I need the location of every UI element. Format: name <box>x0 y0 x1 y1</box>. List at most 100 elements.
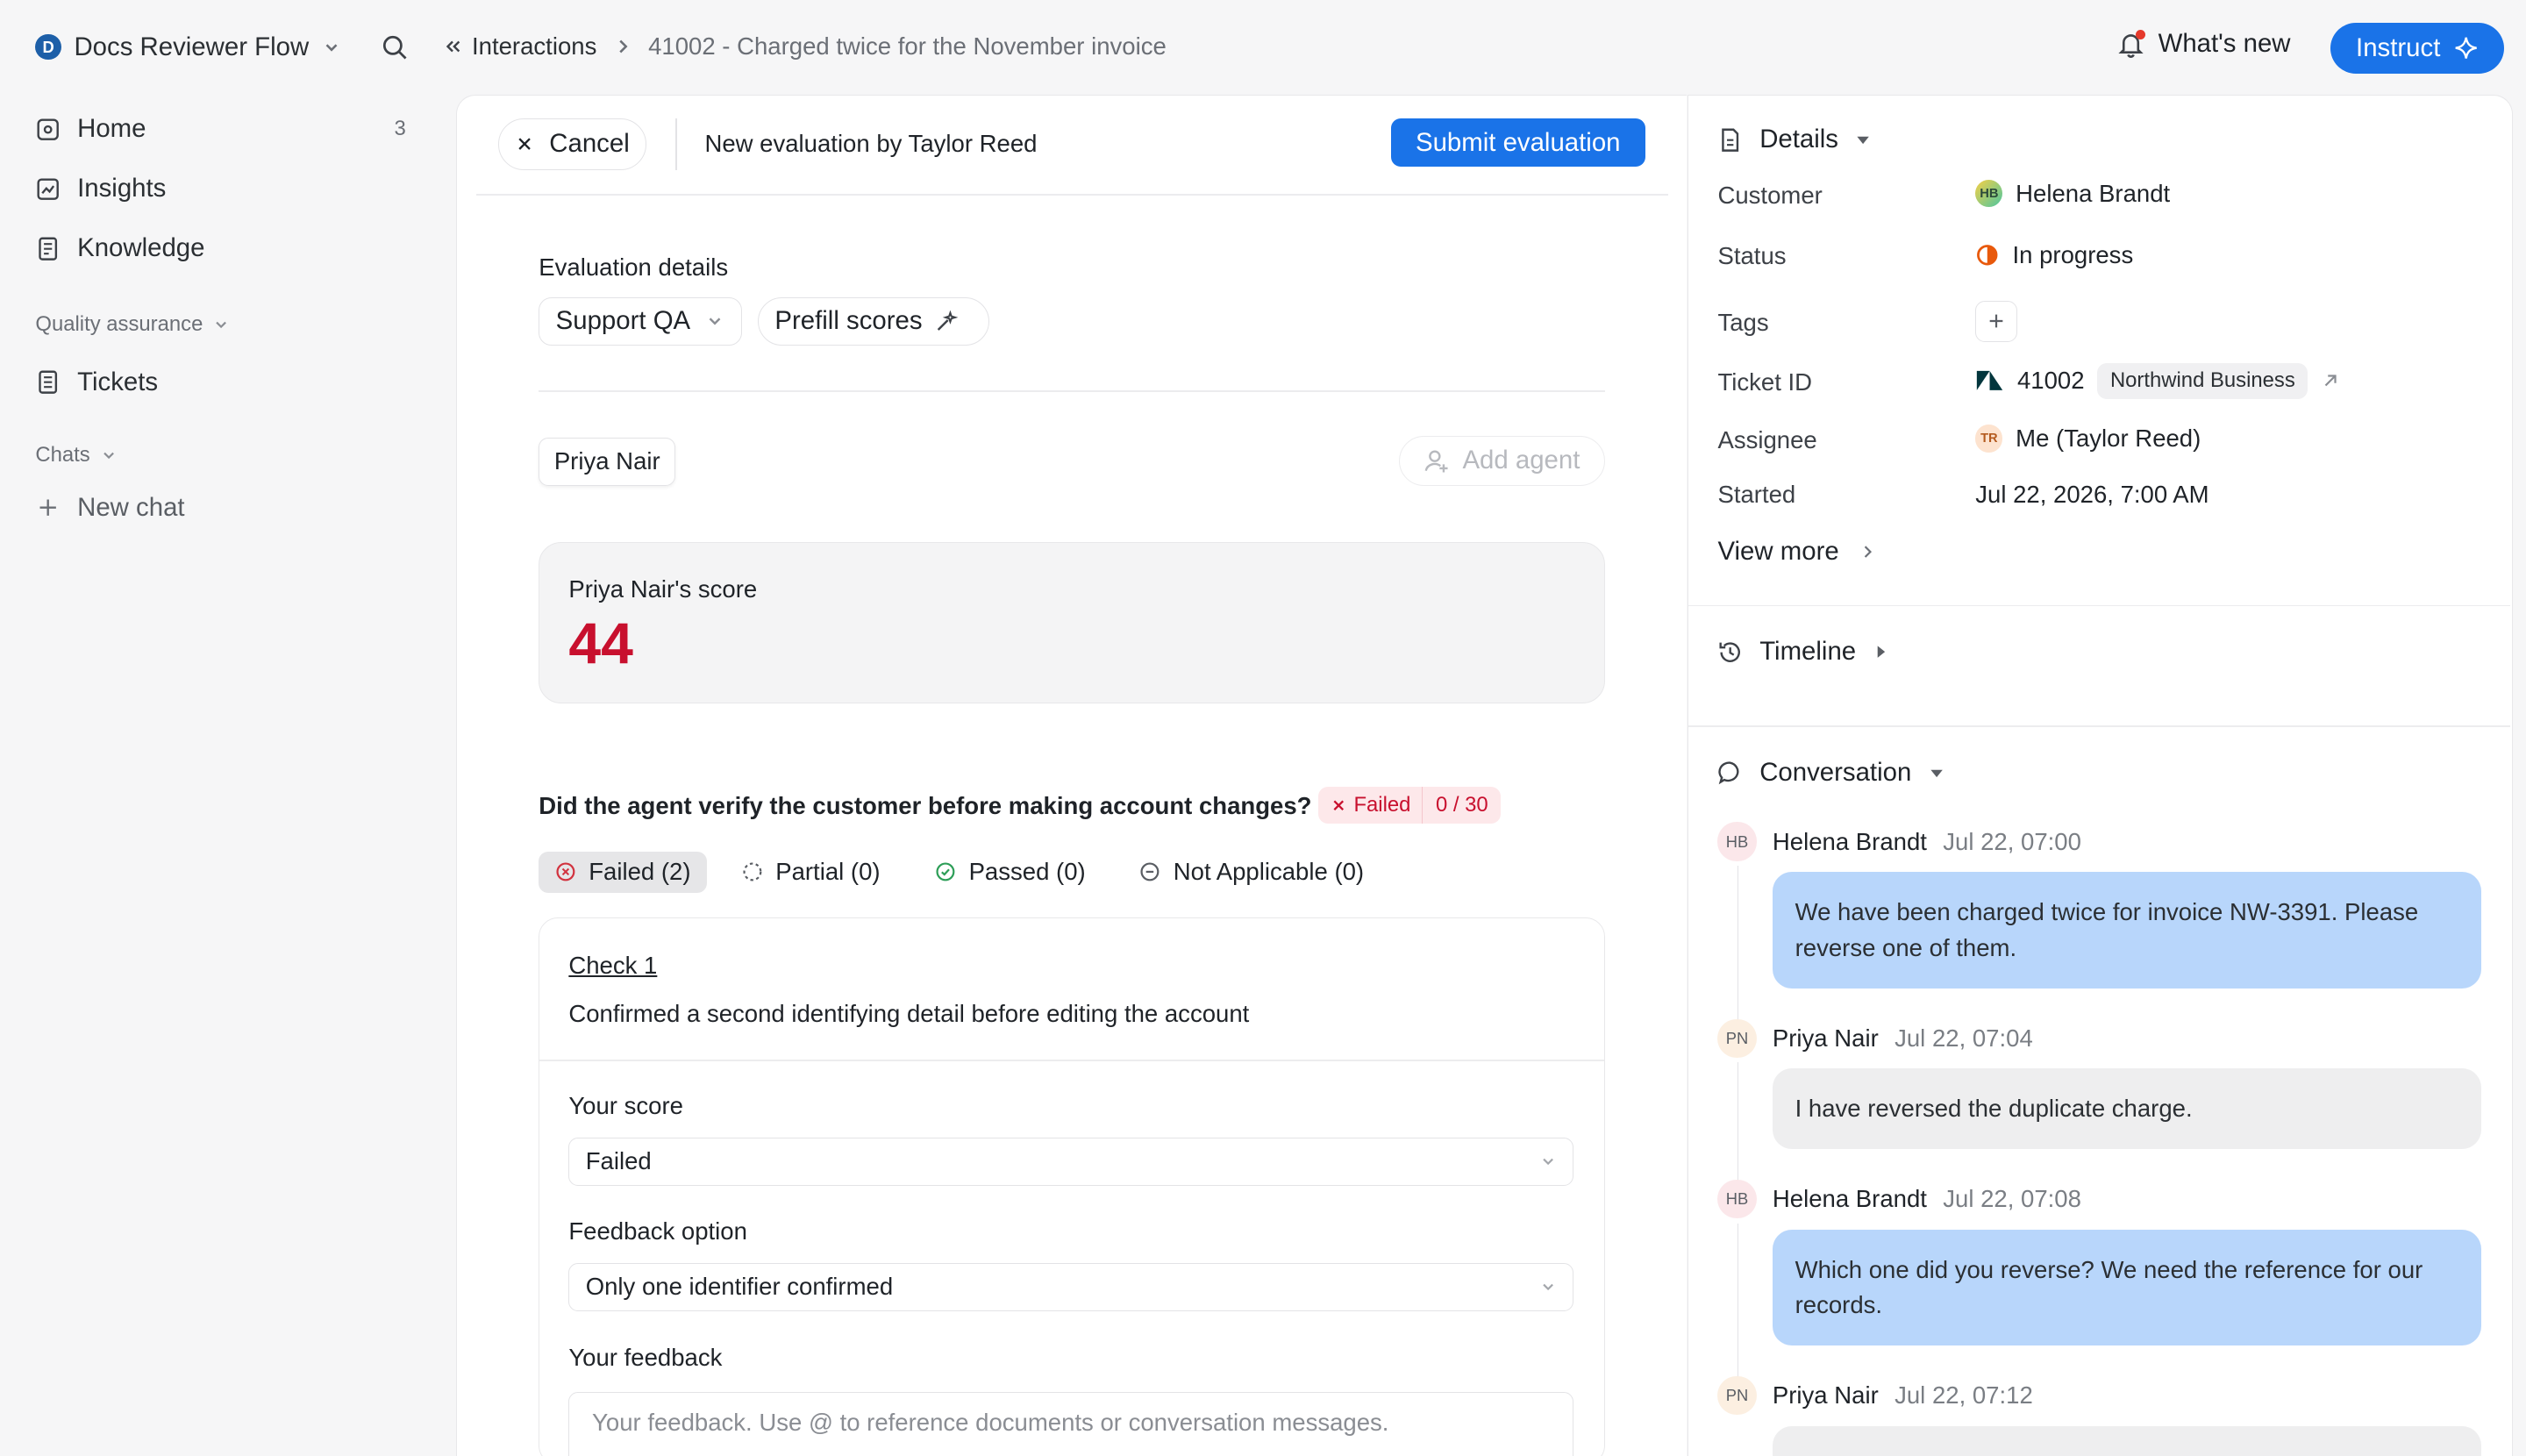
conversation-section-header[interactable]: Conversation <box>1717 758 1944 788</box>
check-description: Confirmed a second identifying detail be… <box>568 1000 1250 1028</box>
assignee-value[interactable]: TR Me (Taylor Reed) <box>1975 425 2201 453</box>
started-date: Jul 22, 2026, 7:00 AM <box>1975 481 2209 509</box>
filter-tab-partial[interactable]: Partial (0) <box>725 852 896 894</box>
sidebar-item-knowledge[interactable]: Knowledge <box>35 233 415 263</box>
book-icon <box>35 236 61 261</box>
history-icon <box>1717 639 1743 665</box>
question-text: Did the agent verify the customer before… <box>539 791 1312 819</box>
top-bar: D Docs Reviewer Flow Interactions 41002 … <box>0 0 2525 94</box>
breadcrumb-interactions[interactable]: Interactions <box>443 32 596 61</box>
avatar: TR <box>1975 425 2003 453</box>
sidebar-item-count: 3 <box>394 117 406 141</box>
message-header: PN Priya Nair Jul 22, 07:04 <box>1717 1018 2033 1058</box>
ticket-id-value: 41002 Northwind Business <box>1975 363 2340 399</box>
caret-down-icon <box>1928 764 1945 782</box>
agent-chip[interactable]: Priya Nair <box>539 437 676 486</box>
timeline-heading: Timeline <box>1759 637 1857 667</box>
sidebar-item-label: Home <box>77 114 146 144</box>
filter-tab-not-applicable[interactable]: Not Applicable (0) <box>1124 852 1381 894</box>
header-border <box>475 194 1668 196</box>
instruct-label: Instruct <box>2356 33 2441 63</box>
x-circle-icon <box>555 861 576 882</box>
chevron-right-icon <box>1859 543 1876 560</box>
sidebar-section-chats[interactable]: Chats <box>35 443 118 467</box>
breadcrumb-parent-label: Interactions <box>472 32 597 60</box>
message-header: PN Priya Nair Jul 22, 07:12 <box>1717 1376 2033 1416</box>
dashed-circle-icon <box>742 861 763 882</box>
started-value: Jul 22, 2026, 7:00 AM <box>1975 481 2208 509</box>
feedback-textarea[interactable] <box>568 1391 1574 1456</box>
ticket-id-label: Ticket ID <box>1717 368 1813 396</box>
message-bubble: I have reversed the duplicate charge. <box>1772 1068 2481 1150</box>
app-root: D Docs Reviewer Flow Interactions 41002 … <box>0 0 2525 1456</box>
prefill-scores-button[interactable]: Prefill scores <box>758 296 990 346</box>
plus-icon <box>35 495 61 520</box>
question-points: 0 / 30 <box>1422 787 1501 824</box>
check-title[interactable]: Check 1 <box>568 952 657 980</box>
filter-label: Partial (0) <box>775 858 881 886</box>
sidebar-item-insights[interactable]: Insights <box>35 174 415 203</box>
customer-value[interactable]: HB Helena Brandt <box>1975 180 2170 208</box>
details-divider <box>1688 604 2510 607</box>
feedback-option-select[interactable]: Only one identifier confirmed <box>568 1262 1574 1311</box>
add-agent-button[interactable]: Add agent <box>1398 435 1605 486</box>
chevron-down-icon <box>212 316 230 333</box>
agent-score-card: Priya Nair's score 44 <box>539 541 1605 703</box>
thread-line <box>1737 1223 1739 1385</box>
sidebar-item-home[interactable]: Home 3 <box>35 114 415 144</box>
whats-new-label: What's new <box>2158 29 2291 59</box>
timeline-divider <box>1688 725 2510 728</box>
score-value: 44 <box>568 611 633 677</box>
search-icon[interactable] <box>382 34 409 61</box>
status-label: Status <box>1717 242 1787 270</box>
close-icon <box>1331 798 1346 813</box>
customer-name: Helena Brandt <box>2016 179 2171 207</box>
check-divider <box>539 1060 1604 1062</box>
cancel-button[interactable]: Cancel <box>498 118 647 170</box>
your-feedback-label: Your feedback <box>568 1343 723 1371</box>
workspace-avatar: D <box>35 34 61 61</box>
add-user-icon <box>1424 448 1449 474</box>
add-tag-button[interactable] <box>1975 300 2017 343</box>
instruct-button[interactable]: Instruct <box>2330 22 2505 75</box>
filter-tab-passed[interactable]: Passed (0) <box>919 852 1102 894</box>
view-more-label: View more <box>1717 537 1839 567</box>
new-chat-button[interactable]: New chat <box>35 493 415 523</box>
chevron-down-icon <box>322 38 341 57</box>
scorecard-select[interactable]: Support QA <box>539 296 742 346</box>
started-label: Started <box>1717 481 1796 509</box>
avatar: HB <box>1717 822 1757 861</box>
message-time: Jul 22, 07:00 <box>1943 827 2081 855</box>
caret-right-icon <box>1872 643 1889 660</box>
sidebar-item-tickets[interactable]: Tickets <box>35 368 415 397</box>
double-chevron-left-icon <box>443 37 462 56</box>
submit-evaluation-button[interactable]: Submit evaluation <box>1390 118 1645 168</box>
external-link-icon[interactable] <box>2321 371 2340 390</box>
scorecard-value: Support QA <box>555 306 691 336</box>
message-time: Jul 22, 07:04 <box>1894 1024 2033 1052</box>
timeline-section-header[interactable]: Timeline <box>1717 637 1889 667</box>
message-author: Helena Brandt <box>1772 1185 1927 1213</box>
evaluation-details-label: Evaluation details <box>539 253 729 282</box>
organization-chip: Northwind Business <box>2097 363 2308 399</box>
magic-wand-icon <box>935 310 958 333</box>
whats-new-button[interactable]: What's new <box>2116 29 2291 59</box>
score-select[interactable]: Failed <box>568 1137 1574 1186</box>
filter-label: Failed (2) <box>589 858 691 886</box>
view-more-button[interactable]: View more <box>1717 537 1875 567</box>
minus-circle-icon <box>1139 861 1160 882</box>
new-chat-label: New chat <box>77 492 185 522</box>
status-value[interactable]: In progress <box>1975 241 2133 269</box>
workspace-switcher[interactable]: D Docs Reviewer Flow <box>35 32 340 62</box>
filter-label: Passed (0) <box>968 858 1086 886</box>
your-score-label: Your score <box>568 1092 683 1120</box>
message-bubble: Which one did you reverse? We need the r… <box>1772 1230 2481 1346</box>
sidebar-section-quality-assurance[interactable]: Quality assurance <box>35 312 230 337</box>
insights-icon <box>35 176 61 202</box>
evaluation-header: Cancel New evaluation by Taylor Reed Sub… <box>457 96 1688 196</box>
avatar: PN <box>1717 1376 1757 1416</box>
section-label: Quality assurance <box>35 312 203 337</box>
details-section-header[interactable]: Details <box>1717 125 1872 154</box>
add-agent-label: Add agent <box>1462 446 1581 475</box>
filter-tab-failed[interactable]: Failed (2) <box>539 851 707 894</box>
